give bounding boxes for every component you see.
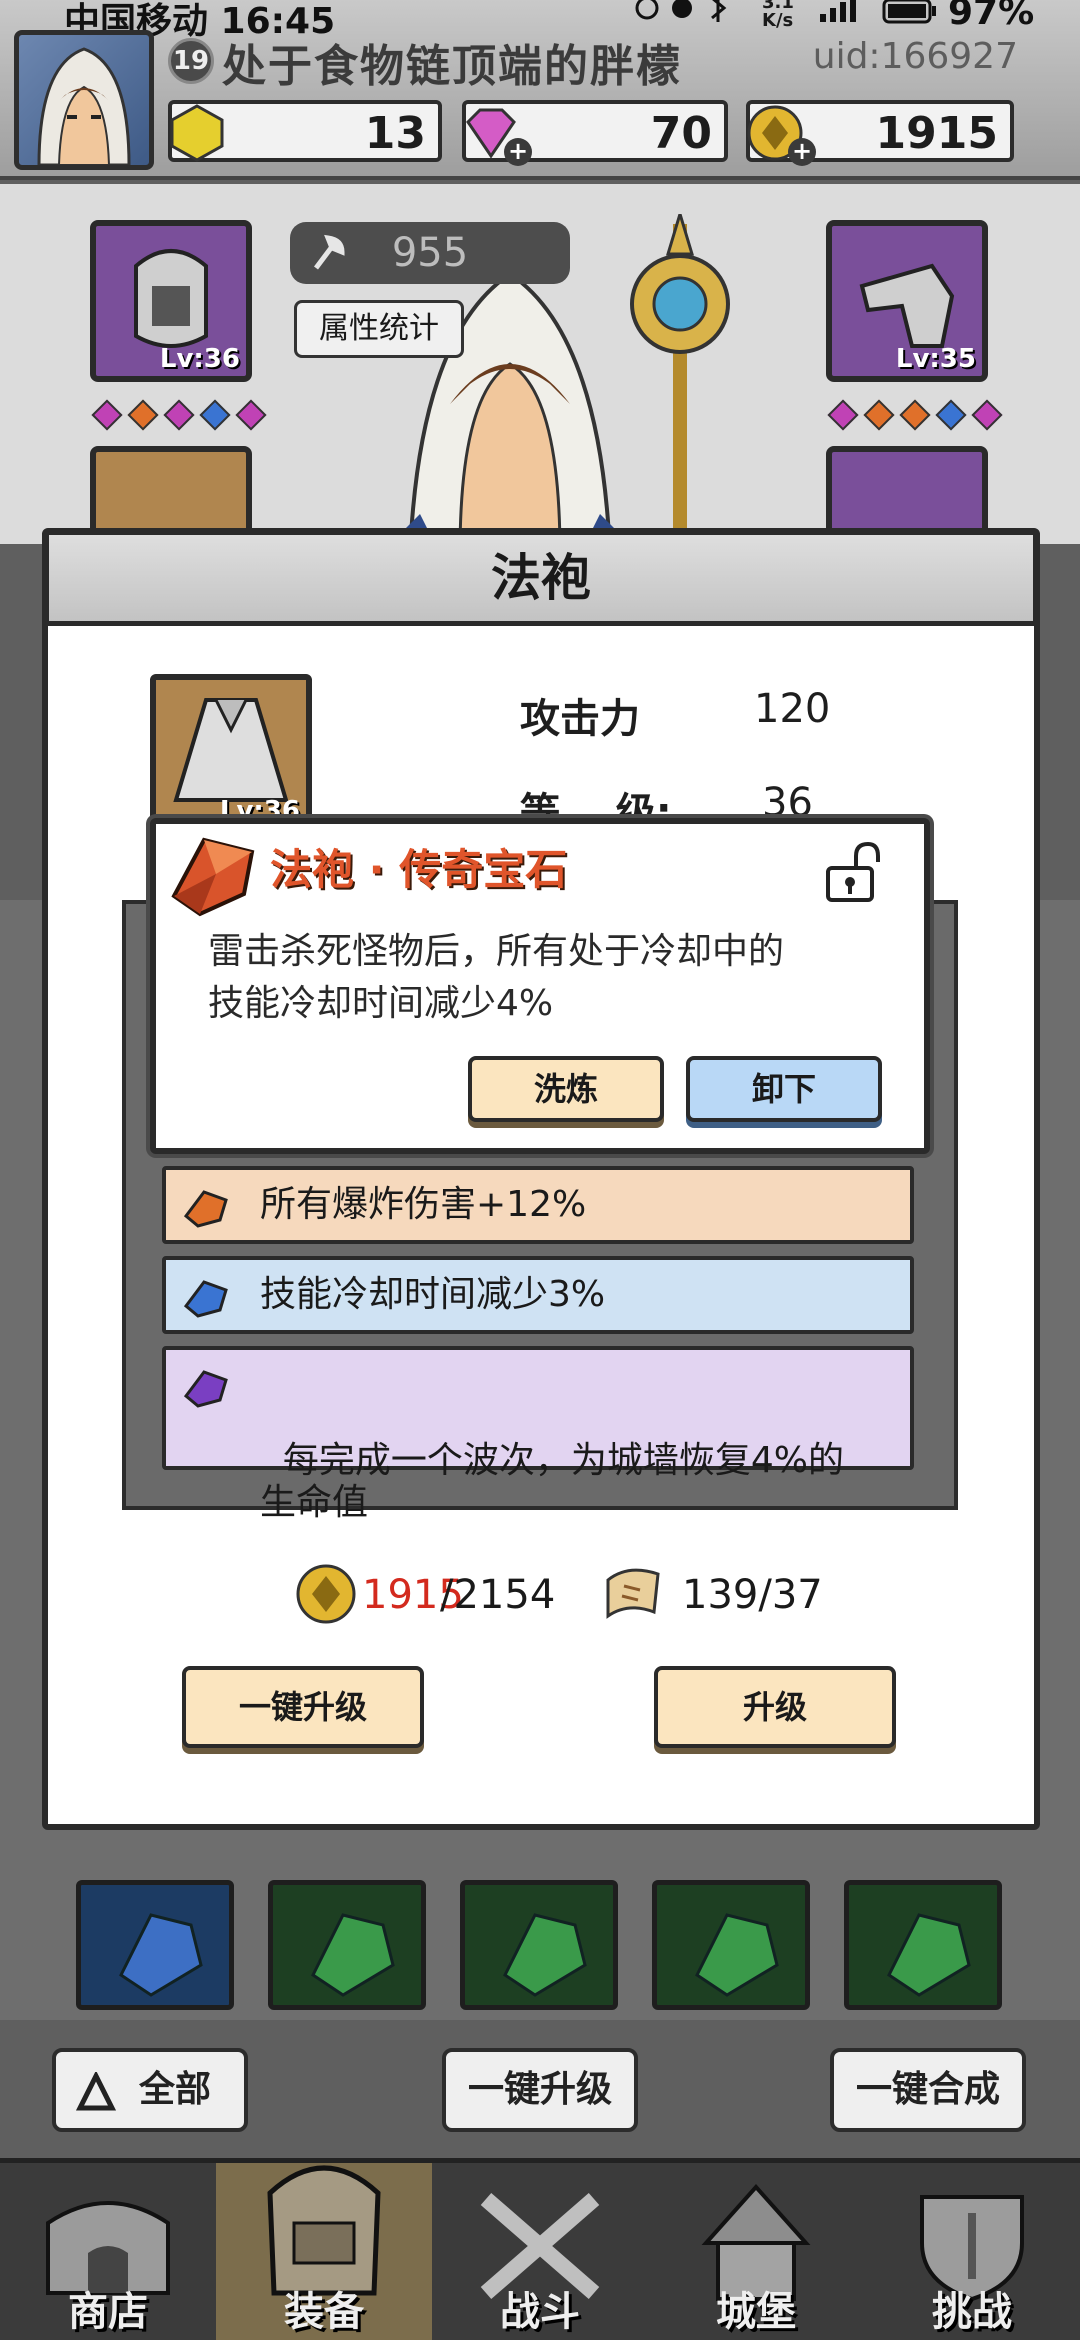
- nav-equipment[interactable]: 装备: [216, 2163, 432, 2340]
- nav-battle[interactable]: 战斗: [432, 2163, 648, 2340]
- merge-all-button[interactable]: 一键合成: [830, 2048, 1026, 2132]
- triangle-filter-icon: [76, 2072, 116, 2111]
- gem-dot: [127, 399, 159, 431]
- nav-shop[interactable]: 商店: [0, 2163, 216, 2340]
- green-crystal-icon: [887, 1913, 971, 1997]
- gem-dot: [863, 399, 895, 431]
- upgrade-all-button[interactable]: 一键升级: [182, 1666, 424, 1748]
- yellow-gem-counter: 13: [168, 100, 442, 162]
- scroll-icon: [606, 1568, 660, 1619]
- panel-title: 法袍: [44, 530, 1038, 626]
- orange-gem-icon: [183, 1190, 228, 1228]
- filter-all-button[interactable]: 全部: [52, 2048, 248, 2132]
- diamond-counter: + 70: [462, 100, 728, 166]
- equip-slot-helmet[interactable]: Lv:36: [90, 220, 252, 382]
- item-icon-slot: Lv:36: [150, 674, 312, 834]
- gold-value: 1915: [875, 108, 998, 159]
- gem-dot: [899, 399, 931, 431]
- slot-level-label: Lv:35: [895, 344, 976, 374]
- network-speed: 3.1 K/s: [762, 0, 794, 31]
- yellow-gem-icon: [170, 104, 224, 162]
- inventory-cell[interactable]: [652, 1880, 810, 2010]
- gem-effect-text: 技能冷却时间减少3%: [260, 1274, 606, 1315]
- battery-percent: 97%: [948, 0, 1035, 33]
- gem-dot: [935, 399, 967, 431]
- green-crystal-icon: [695, 1913, 779, 1997]
- yellow-gem-value: 13: [364, 108, 426, 159]
- scroll-count: 139/37: [682, 1572, 823, 1618]
- filter-all-label: 全部: [138, 2069, 211, 2110]
- gem-effect-orange[interactable]: 所有爆炸伤害+12%: [162, 1166, 914, 1244]
- player-level-badge: 19: [168, 38, 214, 84]
- nav-battle-label: 战斗: [500, 2289, 580, 2335]
- backpack-icon: [267, 2165, 381, 2296]
- combat-power: 955: [290, 222, 570, 284]
- player-avatar[interactable]: [14, 30, 154, 170]
- gem-dot: [199, 399, 231, 431]
- unlock-icon[interactable]: [822, 840, 882, 904]
- bottom-nav: 商店 装备 战斗 城堡 挑战: [0, 2158, 1080, 2340]
- gem-dot: [827, 399, 859, 431]
- combat-power-value: 955: [391, 230, 469, 276]
- nav-challenge[interactable]: 挑战: [864, 2163, 1080, 2340]
- blue-crystal-icon: [119, 1913, 203, 1997]
- diamond-value: 70: [650, 108, 712, 159]
- player-uid: uid:166927: [812, 36, 1018, 77]
- helmet-gem-row: [91, 399, 276, 431]
- attack-value: 120: [754, 686, 831, 732]
- blue-gem-icon: [183, 1280, 228, 1318]
- gloves-gem-row: [827, 399, 1012, 431]
- purple-gem-icon: [183, 1370, 228, 1408]
- add-diamonds-icon[interactable]: +: [504, 138, 532, 166]
- unequip-button[interactable]: 卸下: [686, 1056, 882, 1122]
- green-crystal-icon: [503, 1913, 587, 1997]
- nav-shop-label: 商店: [68, 2289, 148, 2335]
- attack-label: 攻击力: [520, 696, 640, 742]
- nav-castle[interactable]: 城堡: [648, 2163, 864, 2340]
- gold-need: /2154: [440, 1572, 556, 1618]
- gem-effect-blue[interactable]: 技能冷却时间减少3%: [162, 1256, 914, 1334]
- gem-dot: [235, 399, 267, 431]
- nav-equipment-label: 装备: [284, 2289, 364, 2335]
- add-gold-icon[interactable]: +: [788, 138, 816, 166]
- gem-dot: [163, 399, 195, 431]
- player-name: 处于食物链顶端的胖檬: [222, 41, 682, 92]
- upgrade-button[interactable]: 升级: [654, 1666, 896, 1748]
- legendary-gem-icon: [171, 837, 255, 917]
- inventory-cell[interactable]: [844, 1880, 1002, 2010]
- inventory-cell[interactable]: [76, 1880, 234, 2010]
- popup-title: 法袍 · 传奇宝石: [270, 845, 568, 894]
- status-icons: [632, 0, 752, 24]
- refine-button[interactable]: 洗炼: [468, 1056, 664, 1122]
- equip-slot-gloves[interactable]: Lv:35: [826, 220, 988, 382]
- attribute-stats-button[interactable]: 属性统计: [294, 300, 464, 358]
- gold-coin-icon: [296, 1564, 356, 1624]
- upgrade-cost: 1915 /2154 139/37: [290, 1556, 890, 1636]
- slot-level-label: Lv:36: [159, 344, 240, 374]
- status-bar-icons: [635, 0, 727, 22]
- gem-effect-text: 所有爆炸伤害+12%: [260, 1184, 587, 1225]
- gold-counter: + 1915: [746, 100, 1014, 166]
- axe-icon: [314, 234, 345, 270]
- hooded-mage-avatar-icon: [37, 47, 131, 165]
- gem-dot: [971, 399, 1003, 431]
- gem-effect-purple[interactable]: 每完成一个波次，为城墙恢复4%的 生命值: [162, 1346, 914, 1523]
- inventory-cell[interactable]: [268, 1880, 426, 2010]
- upgrade-all-inventory-button[interactable]: 一键升级: [442, 2048, 638, 2132]
- nav-challenge-label: 挑战: [932, 2289, 1012, 2335]
- nav-castle-label: 城堡: [716, 2289, 796, 2335]
- battery-icon: [882, 0, 938, 24]
- popup-description: 雷击杀死怪物后，所有处于冷却中的 技能冷却时间减少4%: [208, 931, 785, 1024]
- green-crystal-icon: [311, 1913, 395, 1997]
- gem-dot: [91, 399, 123, 431]
- inventory-cell[interactable]: [460, 1880, 618, 2010]
- top-header: 中国移动 16:45 3.1 K/s 97% 19 处于食物链顶端的胖檬 uid…: [0, 0, 1080, 180]
